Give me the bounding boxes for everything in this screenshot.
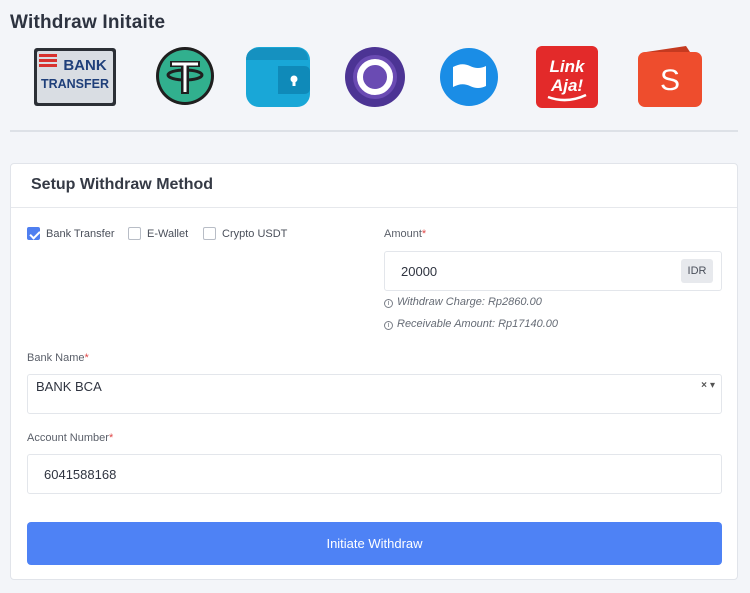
select-controls: × ▾ <box>701 380 715 391</box>
account-number-label-text: Account Number <box>27 432 109 444</box>
bank-name-select[interactable]: BANK BCA × ▾ <box>27 374 722 414</box>
account-number-input[interactable]: 6041588168 <box>27 454 722 494</box>
withdraw-method-card: Setup Withdraw Method Bank Transfer E-Wa… <box>10 163 738 580</box>
svg-text:BANK: BANK <box>63 57 106 74</box>
shopeepay-logo[interactable]: S <box>626 44 712 110</box>
receivable-amount-info: i Receivable Amount: Rp17140.00 <box>384 318 558 330</box>
svg-text:S: S <box>660 64 680 97</box>
bank-transfer-logo[interactable]: BANK TRANSFER <box>30 44 116 110</box>
tether-logo[interactable] <box>142 44 228 110</box>
required-mark: * <box>84 352 89 364</box>
svg-text:Aja!: Aja! <box>550 76 583 95</box>
withdraw-charge-info: i Withdraw Charge: Rp2860.00 <box>384 296 542 308</box>
initiate-withdraw-button[interactable]: Initiate Withdraw <box>27 522 722 565</box>
account-number-value[interactable]: 6041588168 <box>44 467 116 482</box>
withdraw-charge-text: Withdraw Charge: Rp2860.00 <box>397 296 542 308</box>
info-icon: i <box>384 299 393 308</box>
required-mark: * <box>421 228 427 240</box>
dana-logo[interactable] <box>426 44 512 110</box>
info-icon: i <box>384 321 393 330</box>
amount-label: Amount* <box>384 228 426 240</box>
payment-methods-row: BANK TRANSFER Link Aja! S <box>28 44 718 114</box>
ovo-logo[interactable] <box>332 44 418 110</box>
checkbox-label: E-Wallet <box>147 228 189 240</box>
svg-text:Link: Link <box>550 57 586 76</box>
section-divider <box>10 130 738 132</box>
amount-value[interactable]: 20000 <box>401 264 437 279</box>
account-number-label: Account Number* <box>27 432 113 444</box>
checkbox-icon[interactable] <box>203 227 216 240</box>
page-title: Withdraw Initaite <box>10 12 166 33</box>
checkbox-label: Bank Transfer <box>46 228 115 240</box>
currency-addon: IDR <box>681 259 713 283</box>
bank-name-label-text: Bank Name <box>27 352 85 364</box>
required-mark: * <box>108 432 114 444</box>
checkbox-icon[interactable] <box>128 227 141 240</box>
bank-name-value: BANK BCA <box>36 379 102 394</box>
amount-label-text: Amount <box>384 228 422 240</box>
wallet-logo[interactable] <box>238 44 324 110</box>
checkbox-label: Crypto USDT <box>222 228 288 240</box>
amount-input[interactable]: 20000 IDR <box>384 251 722 291</box>
svg-text:TRANSFER: TRANSFER <box>41 77 109 91</box>
chevron-down-icon[interactable]: ▾ <box>710 380 715 391</box>
linkaja-logo[interactable]: Link Aja! <box>524 44 610 110</box>
clear-icon[interactable]: × <box>701 380 707 391</box>
receivable-amount-text: Receivable Amount: Rp17140.00 <box>397 318 559 330</box>
bank-name-label: Bank Name* <box>27 352 89 364</box>
checkbox-checked-icon[interactable] <box>27 227 40 240</box>
card-title: Setup Withdraw Method <box>11 164 737 208</box>
